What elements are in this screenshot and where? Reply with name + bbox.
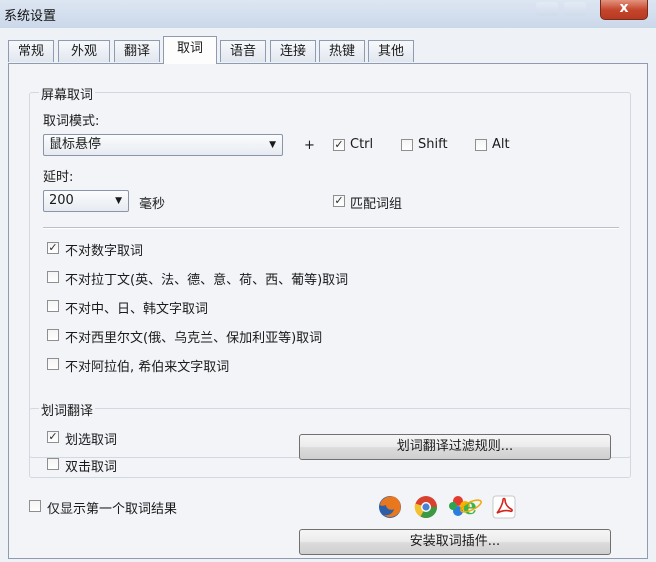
- chrome-icon: [413, 494, 439, 520]
- divider: [43, 227, 619, 229]
- first-result-only-checkbox[interactable]: [29, 500, 41, 512]
- window-title: 系统设置: [4, 9, 57, 24]
- delay-unit: 毫秒: [139, 197, 166, 212]
- match-phrase-label: 匹配词组: [350, 197, 403, 212]
- capture-mode-select[interactable]: 鼠标悬停 ▼: [43, 134, 283, 156]
- minimize-button[interactable]: [536, 2, 558, 16]
- tab-panel: 屏幕取词 取词模式: 鼠标悬停 ▼ + ✓ Ctrl Shift Alt 延时:…: [8, 63, 648, 559]
- no-latin-label: 不对拉丁文(英、法、德、意、荷、西、葡等)取词: [65, 273, 349, 288]
- no-cjk-checkbox[interactable]: [47, 300, 59, 312]
- tab-general[interactable]: 常规: [8, 40, 54, 62]
- firefox-icon: [377, 494, 403, 520]
- title-bar: 系统设置 x: [0, 0, 656, 28]
- no-digits-checkbox[interactable]: ✓: [47, 242, 59, 254]
- close-button[interactable]: x: [600, 0, 648, 20]
- check-icon: ✓: [334, 138, 344, 151]
- ctrl-checkbox[interactable]: ✓: [333, 139, 345, 151]
- match-phrase-checkbox[interactable]: ✓: [333, 195, 345, 207]
- check-icon: ✓: [334, 194, 344, 207]
- dblclick-capture-label: 双击取词: [65, 460, 118, 475]
- tab-capture[interactable]: 取词: [163, 36, 217, 64]
- first-result-only-label: 仅显示第一个取词结果: [47, 502, 178, 517]
- no-cjk-label: 不对中、日、韩文字取词: [65, 302, 209, 317]
- check-icon: ✓: [48, 241, 58, 254]
- tab-connection[interactable]: 连接: [270, 40, 316, 62]
- maximize-button[interactable]: [564, 2, 586, 16]
- window-controls: x: [526, 0, 648, 20]
- acrobat-icon: [491, 494, 517, 520]
- alt-checkbox[interactable]: [475, 139, 487, 151]
- select-capture-label: 划选取词: [65, 433, 118, 448]
- no-cyrillic-checkbox[interactable]: [47, 329, 59, 341]
- chevron-down-icon: ▼: [269, 140, 276, 150]
- alt-label: Alt: [492, 137, 510, 152]
- dblclick-capture-checkbox[interactable]: [47, 458, 59, 470]
- shift-checkbox[interactable]: [401, 139, 413, 151]
- shift-label: Shift: [418, 137, 448, 152]
- tab-voice[interactable]: 语音: [220, 40, 266, 62]
- delay-label: 延时:: [43, 170, 74, 185]
- ie-icon: e: [449, 492, 483, 520]
- no-arabic-hebrew-label: 不对阿拉伯, 希伯来文字取词: [65, 360, 230, 375]
- no-latin-checkbox[interactable]: [47, 271, 59, 283]
- plus-sign: +: [304, 138, 315, 153]
- tab-other[interactable]: 其他: [368, 40, 414, 62]
- no-digits-label: 不对数字取词: [65, 244, 144, 259]
- install-plugin-button[interactable]: 安装取词插件...: [299, 529, 611, 555]
- tab-translate[interactable]: 翻译: [114, 40, 160, 62]
- tab-appearance[interactable]: 外观: [58, 40, 110, 62]
- no-arabic-hebrew-checkbox[interactable]: [47, 358, 59, 370]
- delay-select[interactable]: 200 ▼: [43, 190, 129, 212]
- ctrl-label: Ctrl: [350, 137, 374, 152]
- chevron-down-icon: ▼: [115, 196, 122, 206]
- filter-rules-button[interactable]: 划词翻译过滤规则...: [299, 434, 611, 460]
- close-icon: x: [619, 0, 629, 16]
- capture-mode-label: 取词模式:: [43, 114, 100, 129]
- svg-text:e: e: [463, 494, 477, 520]
- selection-translate-group-label: 划词翻译: [39, 400, 96, 419]
- no-cyrillic-label: 不对西里尔文(俄、乌克兰、保加利亚等)取词: [65, 331, 323, 346]
- check-icon: ✓: [48, 430, 58, 443]
- tab-hotkeys[interactable]: 热键: [319, 40, 365, 62]
- screen-capture-group-label: 屏幕取词: [39, 84, 96, 103]
- select-capture-checkbox[interactable]: ✓: [47, 431, 59, 443]
